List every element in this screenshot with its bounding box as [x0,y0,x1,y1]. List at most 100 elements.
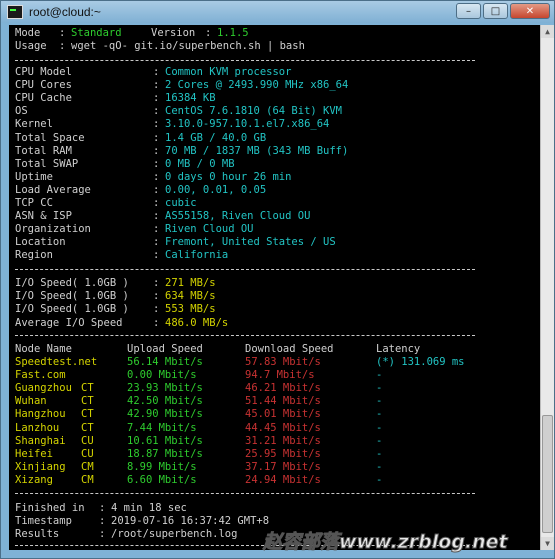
speed-node: Shanghai [15,434,66,447]
scroll-thumb[interactable] [542,415,553,533]
vertical-scrollbar[interactable]: ▲ ▼ [540,25,554,550]
minimize-button[interactable]: – [456,3,481,19]
system-value: 0.00, 0.01, 0.05 [165,183,267,196]
speed-upload: 23.93 Mbit/s [127,382,203,395]
speed-upload: 7.44 Mbit/s [127,421,197,434]
system-key: Total RAM [15,144,72,157]
speed-isp: CT [81,421,94,434]
col-download: Download Speed [245,343,334,355]
system-value: AS55158, Riven Cloud OU [165,210,311,223]
col-upload: Upload Speed [127,343,203,355]
speed-node: Hangzhou [15,408,66,421]
speed-node: Wuhan [15,395,47,408]
speed-download: 37.17 Mbit/s [245,460,321,473]
speed-table-header: Node Name Upload Speed Download Speed La… [15,343,420,356]
system-value: 0 MB / 0 MB [165,157,235,170]
separator [15,269,475,270]
speed-upload: 0.00 Mbit/s [127,369,197,382]
colon: : [153,131,160,144]
colon: : [153,66,160,78]
speed-upload: 8.99 Mbit/s [127,460,197,473]
maximize-button[interactable]: □ [483,3,508,19]
scroll-down-icon[interactable]: ▼ [541,537,554,550]
speed-upload: 56.14 Mbit/s [127,356,203,368]
col-latency: Latency [376,343,421,355]
colon: : [153,170,160,183]
io-key: I/O Speed( 1.0GB ) [15,303,129,316]
speed-download: 24.94 Mbit/s [245,473,321,486]
speed-upload: 42.50 Mbit/s [127,395,203,408]
speed-download: 31.21 Mbit/s [245,434,321,447]
separator [15,60,475,61]
speed-latency: - [376,382,383,395]
window-controls: – □ ✕ [456,3,550,19]
io-value: 553 MB/s [165,303,216,316]
colon: : [153,118,160,131]
colon: : [153,236,160,249]
system-key: Total Space [15,131,85,144]
speed-latency: - [376,473,383,486]
system-key: ASN & ISP [15,210,72,223]
speed-latency: - [376,421,383,434]
colon: : [153,105,160,118]
speed-isp: CT [81,382,94,395]
speed-isp: CT [81,408,94,421]
colon: : [153,144,160,157]
speed-latency: - [376,408,383,421]
mode-colon: : [59,27,66,39]
footer-value: /root/superbench.log [111,528,238,541]
col-node-name: Node Name [15,343,72,355]
system-value: 1.4 GB / 40.0 GB [165,131,267,144]
usage-colon: : [59,40,66,52]
colon: : [153,197,160,209]
separator [15,335,475,336]
system-key: CPU Cache [15,92,72,105]
terminal-app-icon[interactable] [7,5,23,19]
mode-value: Standard [71,27,122,39]
footer-key: Timestamp [15,515,72,528]
speed-node: Fast.com [15,369,66,382]
colon: : [153,210,160,223]
io-key: I/O Speed( 1.0GB ) [15,277,129,289]
close-button[interactable]: ✕ [510,3,550,19]
speed-node: Xizang [15,473,53,486]
colon: : [153,223,160,236]
system-key: Uptime [15,170,53,183]
footer-value: 4 min 18 sec [111,502,187,514]
speed-node: Speedtest.net [15,356,98,368]
system-key: Total SWAP [15,157,79,170]
speed-latency: - [376,395,383,408]
speed-download: 45.01 Mbit/s [245,408,321,421]
system-value: cubic [165,197,197,209]
system-value: Fremont, United States / US [165,236,336,249]
system-value: CentOS 7.6.1810 (64 Bit) KVM [165,105,343,118]
speed-upload: 10.61 Mbit/s [127,434,203,447]
system-key: Organization [15,223,91,236]
system-value: 0 days 0 hour 26 min [165,170,292,183]
speed-node: Lanzhou [15,421,60,434]
speed-download: 94.7 Mbit/s [245,369,315,382]
system-key: Region [15,249,53,262]
footer-key: Finished in [15,502,85,514]
terminal-output[interactable]: Mode : Standard Version : 1.1.5 Usage : … [9,25,540,550]
speed-latency: - [376,434,383,447]
colon: : [153,277,160,289]
separator [15,493,475,494]
version-label: Version [151,27,196,39]
speed-isp: CM [81,460,94,473]
speed-upload: 42.90 Mbit/s [127,408,203,421]
speed-isp: CM [81,473,94,486]
system-key: Location [15,236,66,249]
speed-download: 46.21 Mbit/s [245,382,321,395]
usage-command: wget -qO- git.io/superbench.sh | bash [71,40,305,52]
speed-download: 25.95 Mbit/s [245,447,321,460]
title-bar[interactable]: root@cloud:~ – □ ✕ [1,1,554,23]
scroll-up-icon[interactable]: ▲ [541,25,554,38]
speed-isp: CU [81,434,94,447]
version-colon: : [205,27,212,39]
speed-download: 57.83 Mbit/s [245,356,321,368]
colon: : [99,515,106,528]
speed-node: Heifei [15,447,53,460]
colon: : [153,183,160,196]
system-key: Kernel [15,118,53,131]
